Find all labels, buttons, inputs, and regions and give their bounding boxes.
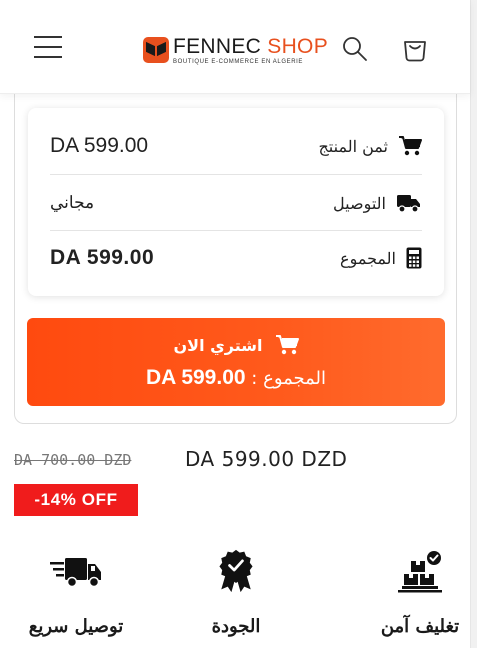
product-price-label: ثمن المنتج [318, 136, 388, 156]
shopping-cart-icon [275, 335, 299, 355]
calculator-icon [406, 247, 422, 269]
summary-row-product-price: DA 599.00 ثمن المنتج [50, 126, 422, 166]
fast-delivery-icon [50, 558, 101, 588]
logo-title: FENNEC SHOP [173, 34, 328, 58]
summary-row-delivery: مجاني التوصيل [50, 183, 422, 223]
total-label: المجموع [340, 248, 396, 268]
buy-now-label: اشتري الان [173, 335, 263, 355]
logo-tagline: BOUTIQUE E-COMMERCE EN ALGERIE [173, 58, 304, 65]
feature-secure-packaging: تغليف آمن [350, 548, 477, 637]
truck-icon [397, 195, 420, 213]
buy-now-button[interactable]: اشتري الان DA 599.00 : المجموع [27, 318, 445, 406]
compare-at-price: DA 700.00 DZD [14, 451, 132, 469]
feature-label: تغليف آمن [380, 616, 460, 637]
cart-icon[interactable] [400, 34, 430, 64]
menu-icon[interactable] [34, 36, 62, 60]
feature-quality: الجودة [166, 548, 306, 637]
feature-label: توصيل سريع [28, 616, 124, 637]
feature-fast-delivery: توصيل سريع [6, 548, 146, 637]
delivery-value: مجاني [50, 193, 95, 213]
delivery-label: التوصيل [333, 193, 386, 213]
logo[interactable]: FENNEC SHOP BOUTIQUE E-COMMERCE EN ALGER… [143, 34, 328, 66]
buy-total-suffix: : المجموع [245, 368, 327, 389]
order-summary-card: DA 599.00 ثمن المنتج مجاني التوصيل DA 59… [28, 108, 444, 296]
site-header: FENNEC SHOP BOUTIQUE E-COMMERCE EN ALGER… [0, 0, 470, 94]
buy-total: DA 599.00 : المجموع [146, 366, 326, 390]
total-value: DA 599.00 [50, 246, 155, 269]
secure-package-icon [398, 551, 442, 593]
product-price-value: DA 599.00 [50, 134, 149, 157]
feature-label: الجودة [211, 616, 261, 637]
shopping-cart-icon [399, 136, 422, 156]
divider [50, 174, 422, 175]
buy-total-amount: DA 599.00 [145, 366, 246, 389]
divider [50, 230, 422, 231]
sale-price: DA 599.00 DZD [185, 447, 348, 471]
discount-badge: -14% OFF [14, 484, 138, 516]
fennec-logo-icon [143, 37, 169, 63]
search-icon[interactable] [340, 34, 370, 64]
summary-row-total: DA 599.00 المجموع [50, 238, 422, 278]
quality-badge-icon [219, 549, 253, 593]
